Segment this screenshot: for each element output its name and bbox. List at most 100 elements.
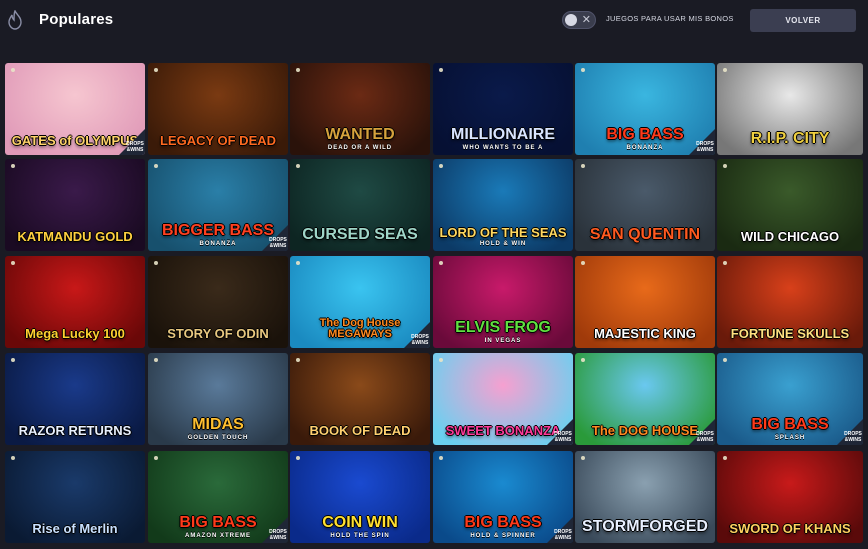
badge-label: DROPS &WINS <box>269 529 287 541</box>
badge-line2: &WINS <box>554 436 572 443</box>
badge-line2: &WINS <box>126 146 144 153</box>
badge-label: DROPS &WINS <box>844 431 862 443</box>
game-tile[interactable]: SWORD OF KHANS <box>717 451 863 543</box>
badge-line2: &WINS <box>269 242 287 249</box>
status-dot <box>11 261 15 265</box>
game-title: R.I.P. CITY <box>750 130 830 147</box>
game-tile[interactable]: BIGGER BASS BONANZA DROPS &WINS <box>148 159 288 251</box>
game-tile[interactable]: SAN QUENTIN <box>575 159 715 251</box>
status-dot <box>11 68 15 72</box>
game-tile[interactable]: RAZOR RETURNS <box>5 353 145 445</box>
game-tile[interactable]: WILD CHICAGO <box>717 159 863 251</box>
status-dot <box>581 456 585 460</box>
game-subtitle: HOLD THE SPIN <box>330 533 390 539</box>
game-subtitle: DEAD OR A WILD <box>327 145 393 151</box>
game-tile[interactable]: FORTUNE SKULLS <box>717 256 863 348</box>
toggle-knob <box>565 14 577 26</box>
game-tile[interactable]: CURSED SEAS <box>290 159 430 251</box>
game-title: MAJESTIC KING <box>594 326 696 341</box>
badge-line2: &WINS <box>696 436 714 443</box>
game-tile[interactable]: SWEET BONANZA DROPS &WINS <box>433 353 573 445</box>
game-title: SWORD OF KHANS <box>729 521 851 536</box>
toggle-label: JUEGOS PARA USAR MIS BONOS <box>606 14 734 23</box>
badge-label: DROPS &WINS <box>696 431 714 443</box>
game-title: SAN QUENTIN <box>589 226 701 243</box>
back-button[interactable]: VOLVER <box>750 9 856 32</box>
game-tile[interactable]: GATES of OLYMPUS DROPS &WINS <box>5 63 145 155</box>
status-dot <box>581 358 585 362</box>
bonus-games-toggle[interactable]: ✕ <box>562 11 596 29</box>
drops-wins-badge: DROPS &WINS <box>689 129 715 155</box>
badge-label: DROPS &WINS <box>554 529 572 541</box>
game-tile[interactable]: The Dog House MEGAWAYS DROPS &WINS <box>290 256 430 348</box>
status-dot <box>439 358 443 362</box>
game-tile[interactable]: Mega Lucky 100 <box>5 256 145 348</box>
game-tile[interactable]: MILLIONAIRE WHO WANTS TO BE A <box>433 63 573 155</box>
status-dot <box>296 358 300 362</box>
game-title: LORD OF THE SEAS <box>439 225 567 240</box>
game-tile[interactable]: LORD OF THE SEAS HOLD & WIN <box>433 159 573 251</box>
drops-wins-badge: DROPS &WINS <box>262 225 288 251</box>
status-dot <box>439 456 443 460</box>
game-tile[interactable]: BIG BASS BONANZA DROPS &WINS <box>575 63 715 155</box>
status-dot <box>154 358 158 362</box>
game-tile[interactable]: BIG BASS AMAZON XTREME DROPS &WINS <box>148 451 288 543</box>
page-title: Populares <box>39 11 114 28</box>
game-tile[interactable]: STORMFORGED <box>575 451 715 543</box>
badge-line2: &WINS <box>411 339 429 346</box>
game-title: KATMANDU GOLD <box>17 229 133 244</box>
game-tile[interactable]: ELVIS FROG IN VEGAS <box>433 256 573 348</box>
status-dot <box>11 358 15 362</box>
game-title: BOOK OF DEAD <box>309 423 411 438</box>
game-tile[interactable]: R.I.P. CITY <box>717 63 863 155</box>
drops-wins-badge: DROPS &WINS <box>119 129 145 155</box>
game-tile[interactable]: BIG BASS SPLASH DROPS &WINS <box>717 353 863 445</box>
game-tile[interactable]: COIN WIN HOLD THE SPIN <box>290 451 430 543</box>
status-dot <box>296 261 300 265</box>
status-dot <box>439 164 443 168</box>
status-dot <box>11 164 15 168</box>
game-tile[interactable]: WANTED DEAD OR A WILD <box>290 63 430 155</box>
game-title: MIDAS <box>192 416 244 433</box>
badge-label: DROPS &WINS <box>269 237 287 249</box>
badge-line2: &WINS <box>269 534 287 541</box>
game-tile[interactable]: MAJESTIC KING <box>575 256 715 348</box>
status-dot <box>154 164 158 168</box>
game-title: Mega Lucky 100 <box>25 326 125 341</box>
game-title: LEGACY OF DEAD <box>159 133 277 148</box>
badge-label: DROPS &WINS <box>554 431 572 443</box>
close-icon: ✕ <box>581 14 591 26</box>
badge-line2: &WINS <box>844 436 862 443</box>
status-dot <box>439 261 443 265</box>
game-tile[interactable]: BIG BASS HOLD & SPINNER DROPS &WINS <box>433 451 573 543</box>
game-title: MILLIONAIRE <box>451 126 555 143</box>
status-dot <box>11 456 15 460</box>
badge-label: DROPS &WINS <box>411 334 429 346</box>
game-tile[interactable]: STORY OF ODIN <box>148 256 288 348</box>
status-dot <box>723 261 727 265</box>
game-subtitle: IN VEGAS <box>484 338 522 344</box>
header-bar: Populares ✕ JUEGOS PARA USAR MIS BONOS V… <box>0 0 868 40</box>
badge-label: DROPS &WINS <box>696 141 714 153</box>
badge-line2: &WINS <box>554 534 572 541</box>
game-tile[interactable]: MIDAS GOLDEN TOUCH <box>148 353 288 445</box>
game-title: STORY OF ODIN <box>167 326 269 341</box>
status-dot <box>439 68 443 72</box>
game-tile[interactable]: KATMANDU GOLD <box>5 159 145 251</box>
game-title: WANTED <box>325 126 395 143</box>
game-tile[interactable]: BOOK OF DEAD <box>290 353 430 445</box>
game-tile[interactable]: LEGACY OF DEAD <box>148 63 288 155</box>
drops-wins-badge: DROPS &WINS <box>547 419 573 445</box>
game-tile[interactable]: The DOG HOUSE DROPS &WINS <box>575 353 715 445</box>
status-dot <box>154 261 158 265</box>
drops-wins-badge: DROPS &WINS <box>262 517 288 543</box>
game-title: WILD CHICAGO <box>740 229 840 244</box>
drops-wins-badge: DROPS &WINS <box>547 517 573 543</box>
games-grid: GATES of OLYMPUS DROPS &WINS LEGACY OF DEAD… <box>5 63 868 549</box>
status-dot <box>723 68 727 72</box>
flame-icon <box>8 10 22 30</box>
game-tile[interactable]: Rise of Merlin <box>5 451 145 543</box>
status-dot <box>723 164 727 168</box>
status-dot <box>296 68 300 72</box>
game-title: Rise of Merlin <box>32 521 118 536</box>
